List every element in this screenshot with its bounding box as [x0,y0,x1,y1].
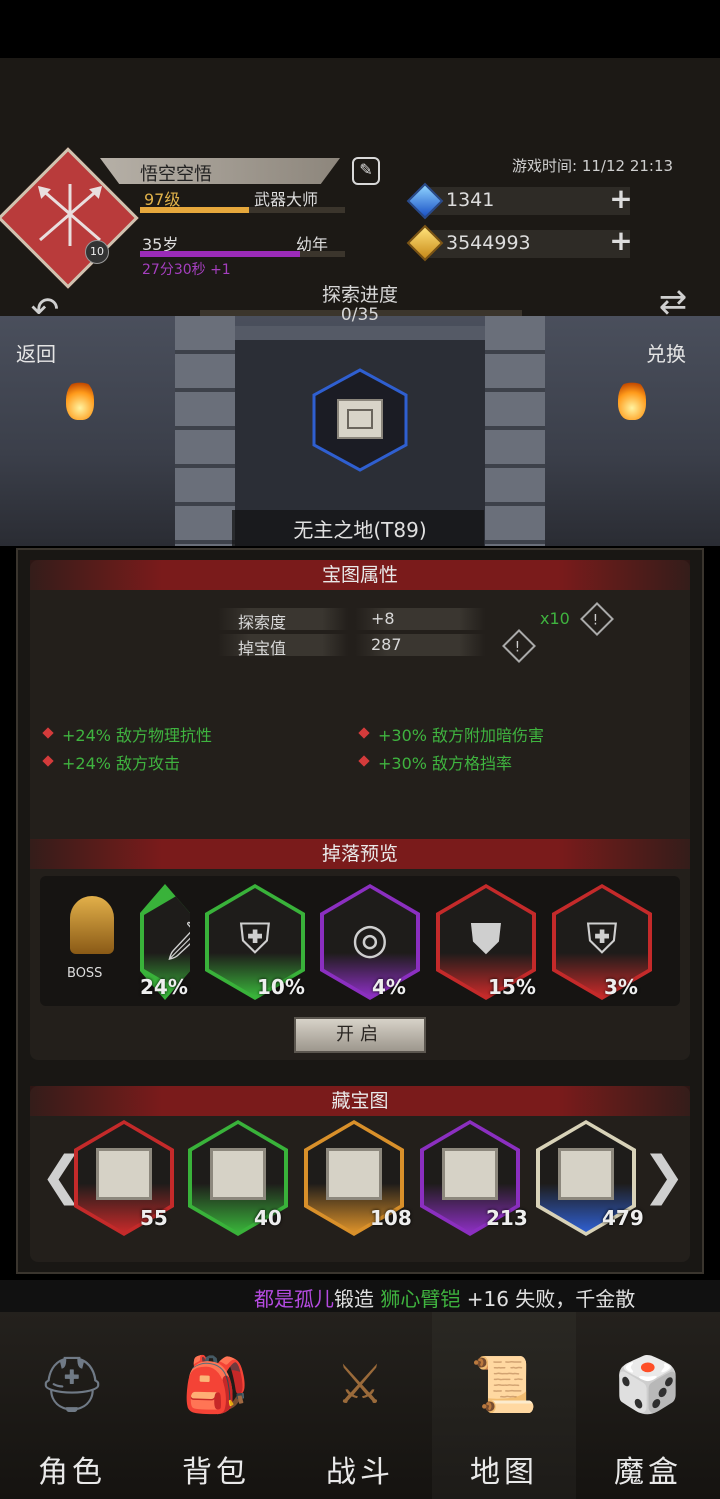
gold-value: 3544993 [446,232,531,254]
ticker-rest: +16 失败，千金散 [466,1287,636,1311]
armor-icon: ⛨ [586,914,618,963]
drop-chance: 4% [372,975,406,999]
map-scroll-emblem [312,368,408,472]
open-button[interactable]: 开启 [294,1017,426,1053]
scroll-map-icon [442,1148,498,1200]
drops-heading: 掉落预览 [30,839,690,869]
scroll-map-icon [210,1148,266,1200]
stone-pillar [485,316,545,546]
avatar-level-badge: 10 [85,240,109,264]
status-bar-area [0,0,720,58]
back-arrow-icon: ↶ [30,290,60,330]
stat-drop-value: 287 [371,635,402,654]
scroll-map-icon [326,1148,382,1200]
ticker-player: 都是孤儿 [254,1287,334,1311]
treasure-map-count: 40 [254,1206,282,1230]
game-time: 游戏时间: 11/12 21:13 [512,157,674,175]
broadcast-ticker: 都是孤儿锻造 狮心臂铠 +16 失败，千金散 [254,1283,720,1312]
nav-label: 魔盒 [614,1455,682,1490]
nav-label: 背包 [182,1455,250,1490]
nav-label: 战斗 [326,1455,394,1490]
exp-bar [140,207,345,213]
chevron-right-icon[interactable]: ❯ [642,1146,686,1206]
affix-item: +30% 敌方格挡率 [378,754,513,773]
add-gems-button[interactable]: + [608,185,634,213]
explore-progress-label: 探索进度 [321,284,398,306]
ticker-action: 锻造 [334,1287,374,1311]
age-bar [140,251,345,257]
belt-icon: ◎ [351,914,389,963]
boss-label: BOSS [67,966,103,981]
drop-chance: 24% [140,975,188,999]
edit-icon: ✎ [359,160,373,179]
nav-label: 角色 [38,1455,106,1490]
treasure-map-count: 55 [140,1206,168,1230]
gem-value: 1341 [446,189,495,211]
stat-explore-value: +8 [371,609,395,628]
back-label: 返回 [16,342,56,366]
treasure-map-heading: 藏宝图 [30,1086,690,1116]
exchange-label[interactable]: 兑换 [646,338,686,367]
magic-box-icon: 🎲 [614,1353,682,1416]
age-timer: 27分30秒 +1 [142,262,231,278]
attributes-heading: 宝图属性 [30,560,690,590]
torch-icon [66,380,94,420]
treasure-map-count: 213 [486,1206,528,1230]
scroll-map-icon [96,1148,152,1200]
affix-item: +24% 敌方物理抗性 [62,726,213,745]
exchange-icon[interactable]: ⇄ [642,282,704,338]
helmet-icon: ⛑ [37,1353,107,1416]
nav-label: 地图 [470,1455,538,1490]
torch-icon [618,380,646,420]
add-gold-button[interactable]: + [608,227,634,255]
shield-icon: ⛊ [470,914,502,963]
ticker-item: 狮心臂铠 [380,1287,461,1311]
boss-helmet-icon[interactable] [70,896,114,954]
exp-bar-fill [140,207,249,213]
stat-drop-label: 掉宝值 [238,639,287,658]
armor-icon: ⛨ [239,914,271,963]
affix-item: +30% 敌方附加暗伤害 [378,726,545,745]
drop-chance: 15% [488,975,536,999]
edit-name-button[interactable]: ✎ [352,157,380,185]
name-plate [100,158,340,184]
scroll-map-icon [558,1148,614,1200]
player-name: 悟空空悟 [140,164,212,185]
stat-explore-label: 探索度 [238,613,287,632]
stone-pillar [175,316,235,546]
drop-chance: 3% [604,975,638,999]
sword-shield-icon: ⚔ [335,1353,385,1416]
multiplier: x10 [540,609,570,628]
map-name: 无主之地(T89) [293,518,427,542]
age-bar-fill [140,251,300,257]
drop-chance: 10% [257,975,305,999]
backpack-icon: 🎒 [182,1353,250,1416]
treasure-map-count: 479 [602,1206,644,1230]
treasure-map-count: 108 [370,1206,412,1230]
explore-progress-value: 0/35 [340,305,380,325]
affix-item: +24% 敌方攻击 [62,754,181,773]
scroll-map-icon: 📜 [470,1353,538,1416]
